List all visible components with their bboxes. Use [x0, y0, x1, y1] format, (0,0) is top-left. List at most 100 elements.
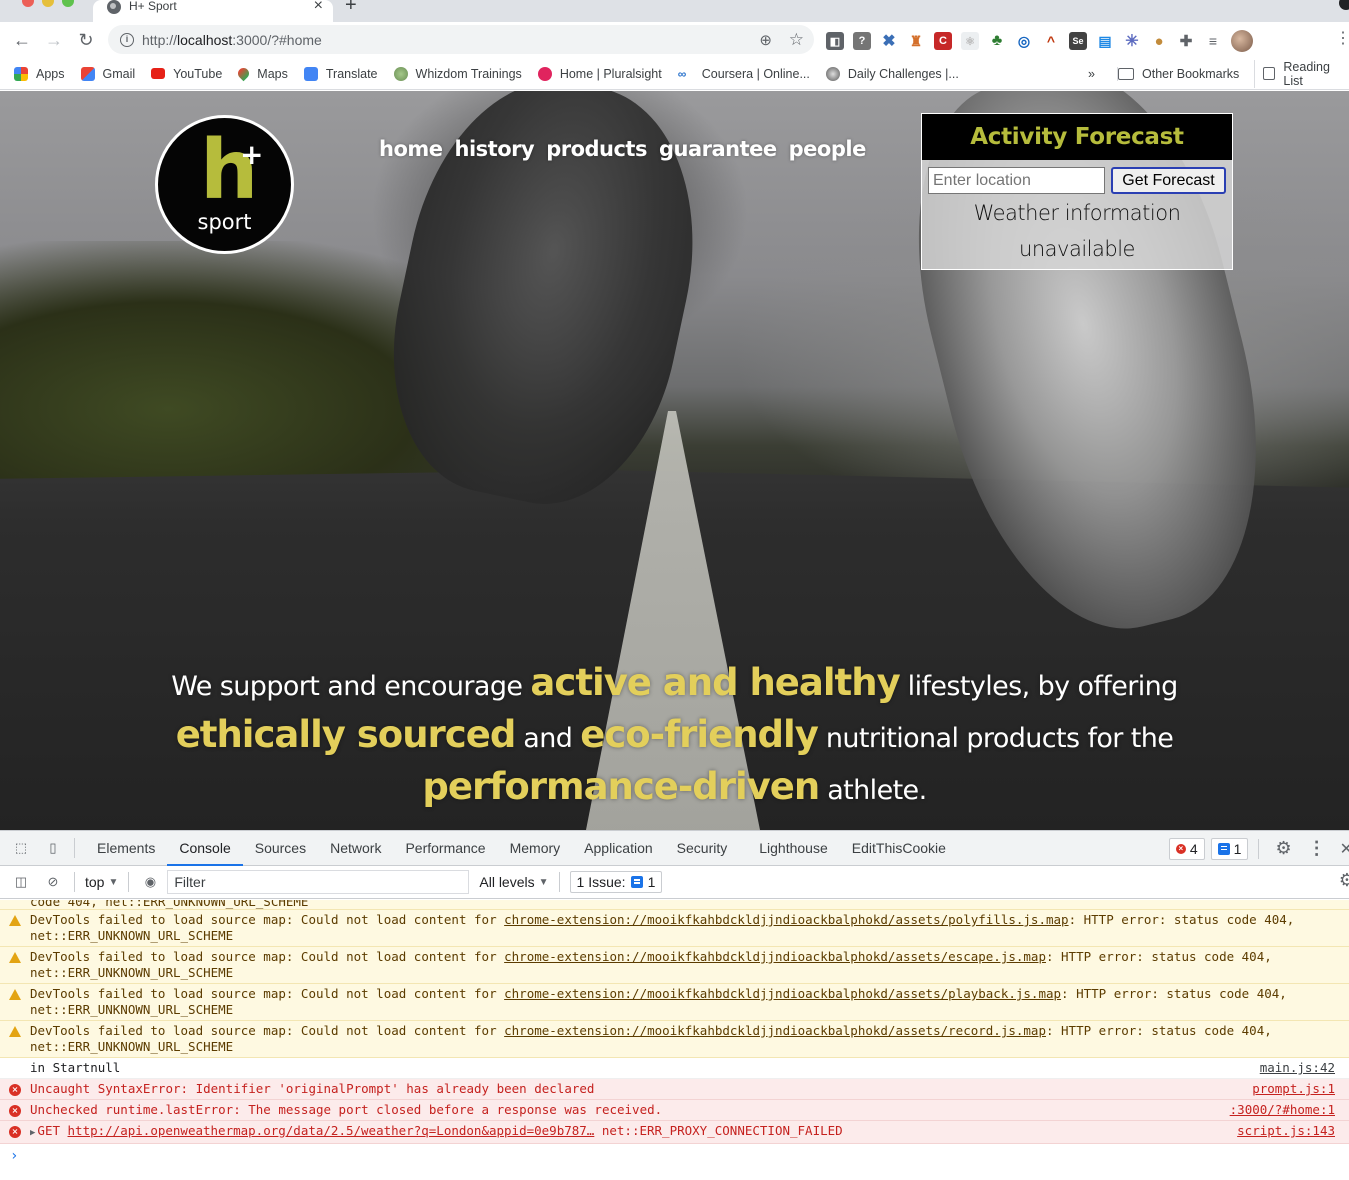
sidebar-toggle-icon[interactable]: ◫ [10, 871, 32, 893]
console-source-link[interactable]: :3000/?#home:1 [1230, 1102, 1335, 1118]
issues-button[interactable]: 1 Issue: 1 [569, 871, 663, 893]
info-icon[interactable]: i [120, 32, 134, 47]
extension-icon[interactable]: ◧ [826, 32, 844, 50]
window-close-button[interactable] [22, 0, 34, 7]
inspect-element-icon[interactable]: ⬚ [10, 837, 32, 859]
back-button[interactable]: ← [8, 30, 36, 51]
address-bar[interactable]: i http://localhost:3000/?#home ⊕ ☆ [108, 25, 814, 54]
tools-extension-icon[interactable]: ✖ [880, 32, 898, 50]
message-count-badge[interactable]: 1 [1210, 837, 1249, 860]
bookmark-apps[interactable]: Apps [14, 66, 65, 81]
devtools-tab-network[interactable]: Network [318, 831, 393, 866]
bookmarks-bar: Apps Gmail YouTube Maps Translate Whizdo… [0, 58, 1349, 90]
nav-products[interactable]: products [546, 137, 647, 161]
devtools-tab-console[interactable]: Console [167, 831, 243, 866]
console-prompt-row[interactable]: › [0, 1144, 1349, 1168]
console-text: Unchecked runtime.lastError: The message… [30, 1102, 663, 1117]
help-extension-icon[interactable]: ? [853, 32, 871, 50]
divider [558, 872, 560, 892]
console-link[interactable]: chrome-extension://mooikfkahbdckldjjndio… [504, 949, 1046, 964]
devtools-tab-memory[interactable]: Memory [498, 831, 573, 866]
devtools-tab-security[interactable]: Security [665, 831, 740, 866]
red-extension-icon[interactable]: C [934, 32, 952, 50]
compass-extension-icon[interactable]: ◎ [1015, 32, 1033, 50]
new-tab-button[interactable]: + [345, 0, 357, 17]
console-link[interactable]: http://api.openweathermap.org/data/2.5/w… [68, 1123, 595, 1138]
console-source-link[interactable]: script.js:143 [1237, 1123, 1335, 1139]
device-toolbar-icon[interactable]: ▯ [42, 837, 64, 859]
other-bookmarks-folder[interactable]: Other Bookmarks [1117, 66, 1240, 81]
caret-extension-icon[interactable]: ^ [1042, 32, 1060, 50]
browser-menu-icon[interactable]: ⋮ [1335, 28, 1349, 48]
zoom-icon[interactable]: ⊕ [759, 31, 772, 49]
error-count-badge[interactable]: × 4 [1168, 837, 1205, 860]
maps-pin-icon [236, 65, 252, 82]
close-devtools-icon[interactable]: ✕ [1340, 839, 1349, 859]
bookmark-pluralsight[interactable]: Home | Pluralsight [537, 66, 662, 81]
nav-guarantee[interactable]: guarantee [659, 137, 777, 161]
selenium-extension-icon[interactable]: Se [1069, 32, 1087, 50]
bookmark-coursera[interactable]: ∞ Coursera | Online... [678, 67, 810, 81]
devtools-tab-lighthouse[interactable]: Lighthouse [747, 831, 840, 866]
other-bookmarks-label: Other Bookmarks [1142, 66, 1240, 81]
bookmark-daily-challenges[interactable]: Daily Challenges |... [825, 66, 959, 81]
more-options-icon[interactable]: ⋮ [1308, 838, 1326, 859]
console-link[interactable]: chrome-extension://mooikfkahbdckldjjndio… [504, 1023, 1046, 1038]
get-forecast-button[interactable]: Get Forecast [1111, 167, 1226, 194]
settings-gear-icon[interactable]: ⚙ [1275, 838, 1291, 859]
nav-people[interactable]: people [789, 137, 867, 161]
bookmark-translate[interactable]: Translate [303, 66, 378, 81]
browser-tab[interactable]: H+ Sport × [93, 0, 333, 22]
puzzle-extensions-icon[interactable]: ✚ [1177, 32, 1195, 50]
message-icon [1217, 842, 1230, 855]
clear-console-icon[interactable]: ⊘ [42, 871, 64, 893]
forward-button[interactable]: → [40, 30, 68, 51]
forecast-title: Activity Forecast [922, 114, 1232, 160]
reading-list-button[interactable]: Reading List [1254, 59, 1349, 88]
console-settings-gear-icon[interactable]: ⚙ [1339, 870, 1349, 891]
console-filter-input[interactable] [167, 870, 470, 894]
devtools-tab-application[interactable]: Application [572, 831, 665, 866]
console-source-link[interactable]: prompt.js:1 [1252, 1081, 1335, 1097]
window-minimize-button[interactable] [42, 0, 54, 7]
bookmark-youtube[interactable]: YouTube [151, 67, 222, 81]
burst-extension-icon[interactable]: ✳ [1123, 32, 1141, 50]
profile-avatar[interactable] [1231, 30, 1253, 52]
globe-icon [107, 0, 121, 14]
tree-extension-icon[interactable]: ♣ [988, 32, 1006, 50]
bookmark-gmail[interactable]: Gmail [80, 66, 135, 81]
devtools-tab-editthiscookie[interactable]: EditThisCookie [840, 831, 958, 866]
console-source-link[interactable]: main.js:42 [1260, 1060, 1335, 1076]
devtools-tab-performance[interactable]: Performance [393, 831, 497, 866]
media-queue-icon[interactable]: ≡ [1204, 32, 1222, 50]
nav-history[interactable]: history [455, 137, 535, 161]
window-zoom-button[interactable] [62, 0, 74, 7]
bookmark-star-icon[interactable]: ☆ [789, 30, 804, 50]
site-logo[interactable]: h + sport [155, 115, 294, 254]
tab-close-icon[interactable]: × [314, 0, 323, 15]
console-link[interactable]: chrome-extension://mooikfkahbdckldjjndio… [504, 912, 1068, 927]
nav-home[interactable]: home [379, 137, 443, 161]
devtools-tab-sources[interactable]: Sources [243, 831, 318, 866]
lighthouse-extension-icon[interactable]: ♜ [907, 32, 925, 50]
console-text: in Startnull [30, 1060, 121, 1075]
console-link[interactable]: chrome-extension://mooikfkahbdckldjjndio… [504, 986, 1061, 1001]
gmail-icon [80, 66, 95, 81]
reload-button[interactable]: ↻ [72, 30, 100, 51]
dashboard-extension-icon[interactable]: ▤ [1096, 32, 1114, 50]
expand-triangle-icon[interactable]: ▶ [30, 1128, 35, 1138]
bookmarks-overflow-button[interactable]: » [1088, 67, 1095, 81]
live-expression-eye-icon[interactable]: ◉ [139, 871, 161, 893]
context-selector[interactable]: top ▼ [85, 874, 118, 890]
cookie-extension-icon[interactable]: ● [1150, 32, 1168, 50]
react-extension-icon[interactable]: ⚛ [961, 32, 979, 50]
error-count: 4 [1189, 840, 1198, 857]
bookmark-maps[interactable]: Maps [236, 65, 288, 82]
bookmark-whizdom[interactable]: Whizdom Trainings [393, 66, 522, 81]
log-levels-dropdown[interactable]: All levels ▼ [479, 874, 548, 890]
warning-icon [9, 915, 21, 927]
location-input[interactable] [928, 167, 1105, 194]
devtools-tab-elements[interactable]: Elements [85, 831, 167, 866]
url-text[interactable]: http://localhost:3000/?#home [142, 32, 322, 48]
hero-tagline: We support and encourage active and heal… [100, 659, 1249, 815]
